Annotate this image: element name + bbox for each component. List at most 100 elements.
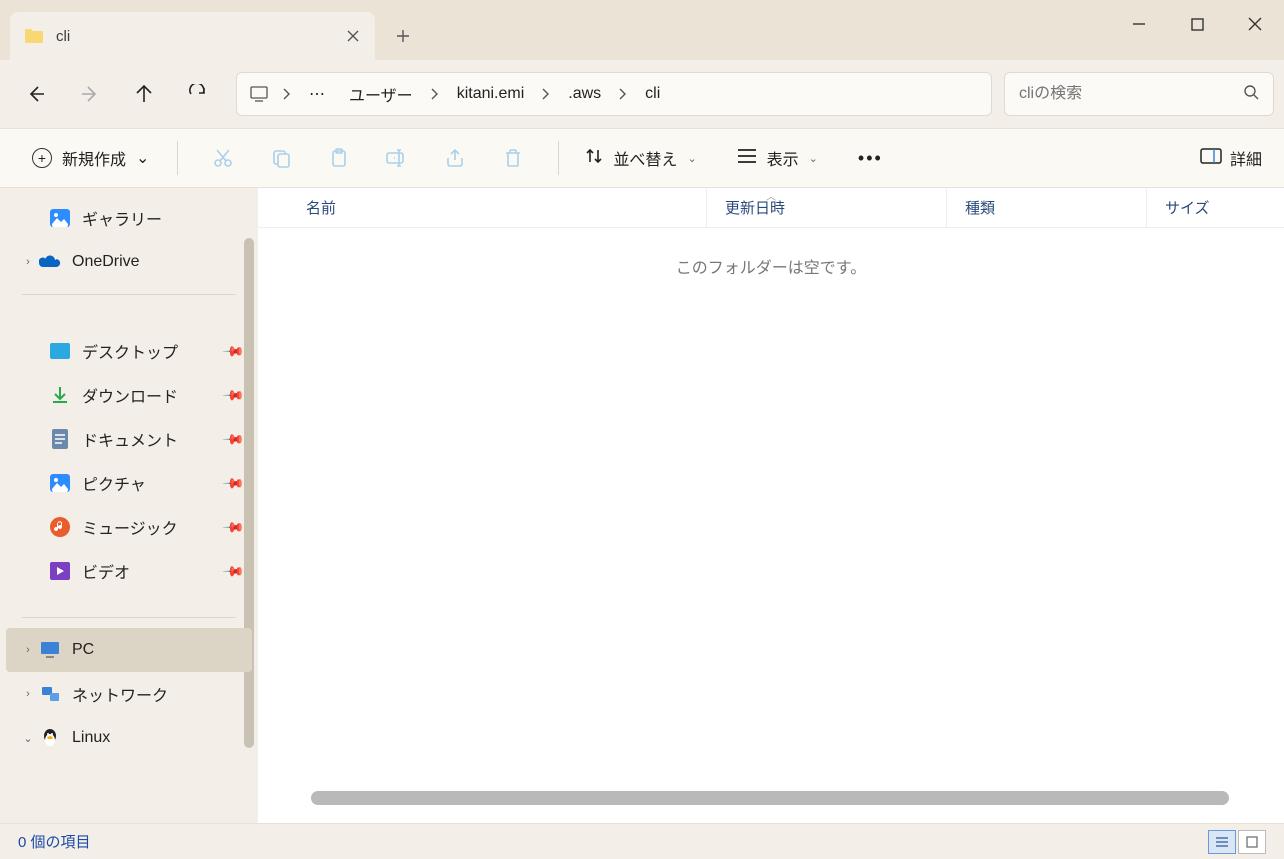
window-controls — [1110, 0, 1284, 48]
search-box[interactable] — [1004, 72, 1274, 116]
desktop-icon — [48, 339, 72, 363]
forward-button[interactable] — [64, 72, 116, 116]
back-button[interactable] — [10, 72, 62, 116]
details-view-button[interactable] — [1208, 830, 1236, 854]
pin-icon[interactable]: 📌 — [221, 339, 245, 363]
search-icon[interactable] — [1243, 84, 1259, 105]
sidebar-item-label: PC — [72, 641, 94, 659]
refresh-button[interactable] — [172, 72, 224, 116]
maximize-button[interactable] — [1168, 0, 1226, 48]
new-label: 新規作成 — [62, 146, 126, 170]
breadcrumb-overflow[interactable]: ⋯ — [297, 74, 337, 114]
sidebar-item-label: OneDrive — [72, 253, 140, 271]
sidebar-item-videos[interactable]: ビデオ 📌 — [0, 549, 258, 593]
sidebar-item-network[interactable]: › ネットワーク — [0, 672, 258, 716]
plus-circle-icon: + — [32, 148, 52, 168]
sidebar-item-gallery[interactable]: ギャラリー — [0, 196, 258, 240]
paste-button[interactable] — [312, 136, 366, 180]
share-button[interactable] — [428, 136, 482, 180]
expand-handle[interactable]: ︿ — [756, 188, 786, 202]
sidebar-item-pictures[interactable]: ピクチャ 📌 — [0, 461, 258, 505]
horizontal-scrollbar[interactable] — [282, 791, 1258, 805]
empty-message: このフォルダーは空です。 — [258, 254, 1284, 278]
chevron-right-icon[interactable] — [425, 88, 445, 100]
breadcrumb-seg-0[interactable]: ユーザー — [337, 74, 425, 114]
pin-icon[interactable]: 📌 — [221, 559, 245, 583]
column-size[interactable]: サイズ — [1146, 188, 1256, 227]
sidebar-item-label: Linux — [72, 729, 110, 747]
chevron-right-icon[interactable] — [613, 88, 633, 100]
sidebar-item-label: ギャラリー — [82, 206, 162, 230]
gallery-icon — [48, 206, 72, 230]
chevron-right-icon[interactable] — [277, 88, 297, 100]
breadcrumb-seg-3[interactable]: cli — [633, 74, 672, 114]
sidebar-item-desktop[interactable]: デスクトップ 📌 — [0, 329, 258, 373]
sort-label: 並べ替え — [613, 146, 677, 170]
pictures-icon — [48, 471, 72, 495]
chevron-right-icon[interactable]: › — [18, 644, 38, 656]
icons-view-button[interactable] — [1238, 830, 1266, 854]
download-icon — [48, 383, 72, 407]
view-toggle — [1208, 830, 1266, 854]
sidebar-item-label: ビデオ — [82, 559, 130, 583]
active-tab[interactable]: cli — [10, 12, 375, 60]
view-label: 表示 — [767, 146, 799, 170]
sidebar-item-downloads[interactable]: ダウンロード 📌 — [0, 373, 258, 417]
search-input[interactable] — [1019, 85, 1243, 103]
divider — [177, 141, 178, 175]
chevron-right-icon[interactable]: › — [18, 256, 38, 268]
delete-button[interactable] — [486, 136, 540, 180]
toolbar: + 新規作成 ⌄ 並べ替え ⌄ 表示 ⌄ ••• 詳細 — [0, 128, 1284, 188]
sidebar-item-pc[interactable]: › PC — [6, 628, 252, 672]
chevron-down-icon: ⌄ — [809, 152, 818, 165]
pin-icon[interactable]: 📌 — [221, 427, 245, 451]
column-name[interactable]: 名前 — [266, 197, 706, 218]
document-icon — [48, 427, 72, 451]
divider — [22, 617, 236, 618]
sidebar-item-label: ドキュメント — [82, 427, 178, 451]
breadcrumb[interactable]: ⋯ ユーザー kitani.emi .aws cli — [236, 72, 992, 116]
sidebar-item-onedrive[interactable]: › OneDrive — [0, 240, 258, 284]
divider — [558, 141, 559, 175]
sidebar-item-label: デスクトップ — [82, 339, 178, 363]
titlebar: cli — [0, 0, 1284, 60]
sidebar-item-label: ピクチャ — [82, 471, 146, 495]
minimize-button[interactable] — [1110, 0, 1168, 48]
view-button[interactable]: 表示 ⌄ — [729, 146, 826, 170]
copy-button[interactable] — [254, 136, 308, 180]
column-date[interactable]: 更新日時 — [706, 188, 946, 227]
folder-icon — [24, 28, 44, 44]
pin-icon[interactable]: 📌 — [221, 471, 245, 495]
sort-button[interactable]: 並べ替え ⌄ — [577, 146, 704, 170]
cut-button[interactable] — [196, 136, 250, 180]
tab-title: cli — [56, 28, 345, 45]
rename-button[interactable] — [370, 136, 424, 180]
breadcrumb-seg-1[interactable]: kitani.emi — [445, 74, 537, 114]
close-tab-button[interactable] — [345, 28, 361, 44]
chevron-down-icon[interactable]: ⌄ — [18, 732, 38, 745]
sidebar: ギャラリー › OneDrive デスクトップ 📌 ダウンロード 📌 ドキュメン… — [0, 188, 258, 823]
pc-icon — [38, 638, 62, 662]
video-icon — [48, 559, 72, 583]
sidebar-item-label: ネットワーク — [72, 682, 168, 706]
sidebar-item-music[interactable]: ミュージック 📌 — [0, 505, 258, 549]
details-pane-button[interactable]: 詳細 — [1200, 146, 1262, 170]
more-button[interactable]: ••• — [850, 148, 891, 169]
sidebar-item-documents[interactable]: ドキュメント 📌 — [0, 417, 258, 461]
new-tab-button[interactable] — [381, 14, 425, 58]
pc-icon[interactable] — [241, 86, 277, 102]
chevron-right-icon[interactable]: › — [18, 688, 38, 700]
up-button[interactable] — [118, 72, 170, 116]
pin-icon[interactable]: 📌 — [221, 515, 245, 539]
chevron-right-icon[interactable] — [536, 88, 556, 100]
list-icon — [737, 148, 757, 169]
breadcrumb-seg-2[interactable]: .aws — [556, 74, 613, 114]
close-window-button[interactable] — [1226, 0, 1284, 48]
chevron-down-icon: ⌄ — [136, 148, 149, 168]
pin-icon[interactable]: 📌 — [221, 383, 245, 407]
new-button[interactable]: + 新規作成 ⌄ — [22, 140, 159, 176]
onedrive-icon — [38, 250, 62, 274]
details-label: 詳細 — [1230, 146, 1262, 170]
column-type[interactable]: 種類 — [946, 188, 1146, 227]
sidebar-item-linux[interactable]: ⌄ Linux — [0, 716, 258, 760]
